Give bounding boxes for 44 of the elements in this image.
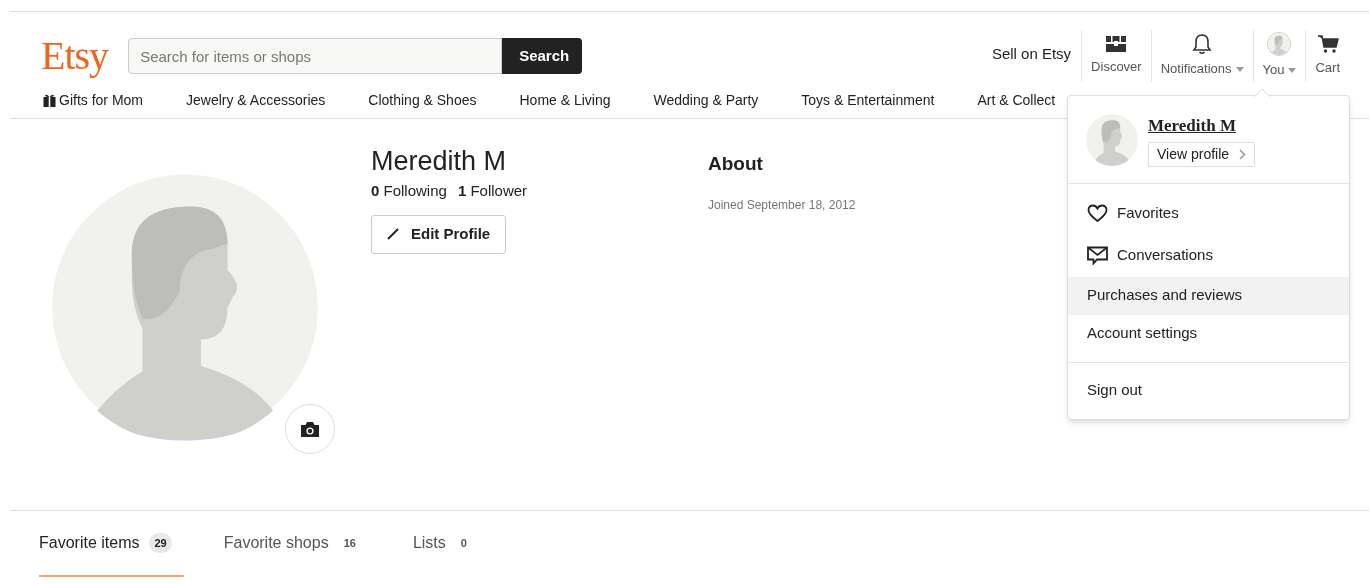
account-menu-item[interactable]: Favorites <box>1068 192 1349 235</box>
profile-tab[interactable]: Favorite shops 16 <box>223 511 373 577</box>
bell-icon <box>1192 33 1213 56</box>
search-button[interactable]: Search <box>502 38 583 74</box>
heart-icon <box>1087 204 1108 223</box>
account-menu-item[interactable]: Account settings <box>1068 314 1349 353</box>
chevron-right-icon <box>1239 148 1247 160</box>
account-menu-item[interactable]: Purchases and reviews <box>1068 276 1349 315</box>
edit-profile-button[interactable]: Edit Profile <box>371 214 507 254</box>
cart-icon <box>1316 34 1339 55</box>
pencil-icon <box>387 228 399 240</box>
caret-icon <box>1235 66 1244 72</box>
search-field[interactable]: Search for items or shops <box>128 38 503 74</box>
account-menu-item[interactable]: Conversations <box>1068 234 1349 277</box>
following-link[interactable]: 0 Following <box>371 180 447 203</box>
followers-link[interactable]: 1 Follower <box>457 180 528 203</box>
joined-date: Joined September 18, 2012 <box>708 196 856 214</box>
camera-icon <box>300 420 320 438</box>
about-heading: About <box>708 152 764 176</box>
message-icon <box>1087 246 1108 265</box>
category-link[interactable]: Jewelry & Accessories <box>186 89 326 111</box>
profile-name-link[interactable]: Meredith M <box>1148 116 1236 135</box>
account-menu-item[interactable]: Sign out <box>1068 371 1349 410</box>
view-profile-button[interactable]: View profile <box>1148 141 1256 167</box>
avatar-icon <box>1267 32 1292 57</box>
chest-icon <box>1105 35 1128 54</box>
category-link[interactable]: Toys & Entertainment <box>801 89 935 111</box>
category-link[interactable]: Gifts for Mom <box>43 89 143 111</box>
header-nav-button[interactable]: Cart <box>1305 30 1349 82</box>
gift-icon <box>43 93 56 107</box>
category-link[interactable]: Art & Collect <box>977 89 1056 111</box>
sell-link[interactable]: Sell on Etsy <box>991 42 1072 66</box>
menu-avatar <box>1086 113 1138 166</box>
header-nav-button[interactable]: You <box>1252 30 1306 82</box>
header-nav-button[interactable]: Discover <box>1081 30 1151 82</box>
header-nav-button[interactable]: Notifications <box>1150 30 1253 82</box>
category-link[interactable]: Wedding & Party <box>653 89 759 111</box>
caret-icon <box>1288 67 1297 73</box>
profile-name: Meredith M <box>371 145 508 178</box>
profile-tab[interactable]: Lists 0 <box>412 511 484 577</box>
profile-tab[interactable]: Favorite items 29 <box>39 511 184 577</box>
category-link[interactable]: Home & Living <box>519 89 611 111</box>
category-link[interactable]: Clothing & Shoes <box>368 89 477 111</box>
camera-button[interactable] <box>285 404 335 454</box>
